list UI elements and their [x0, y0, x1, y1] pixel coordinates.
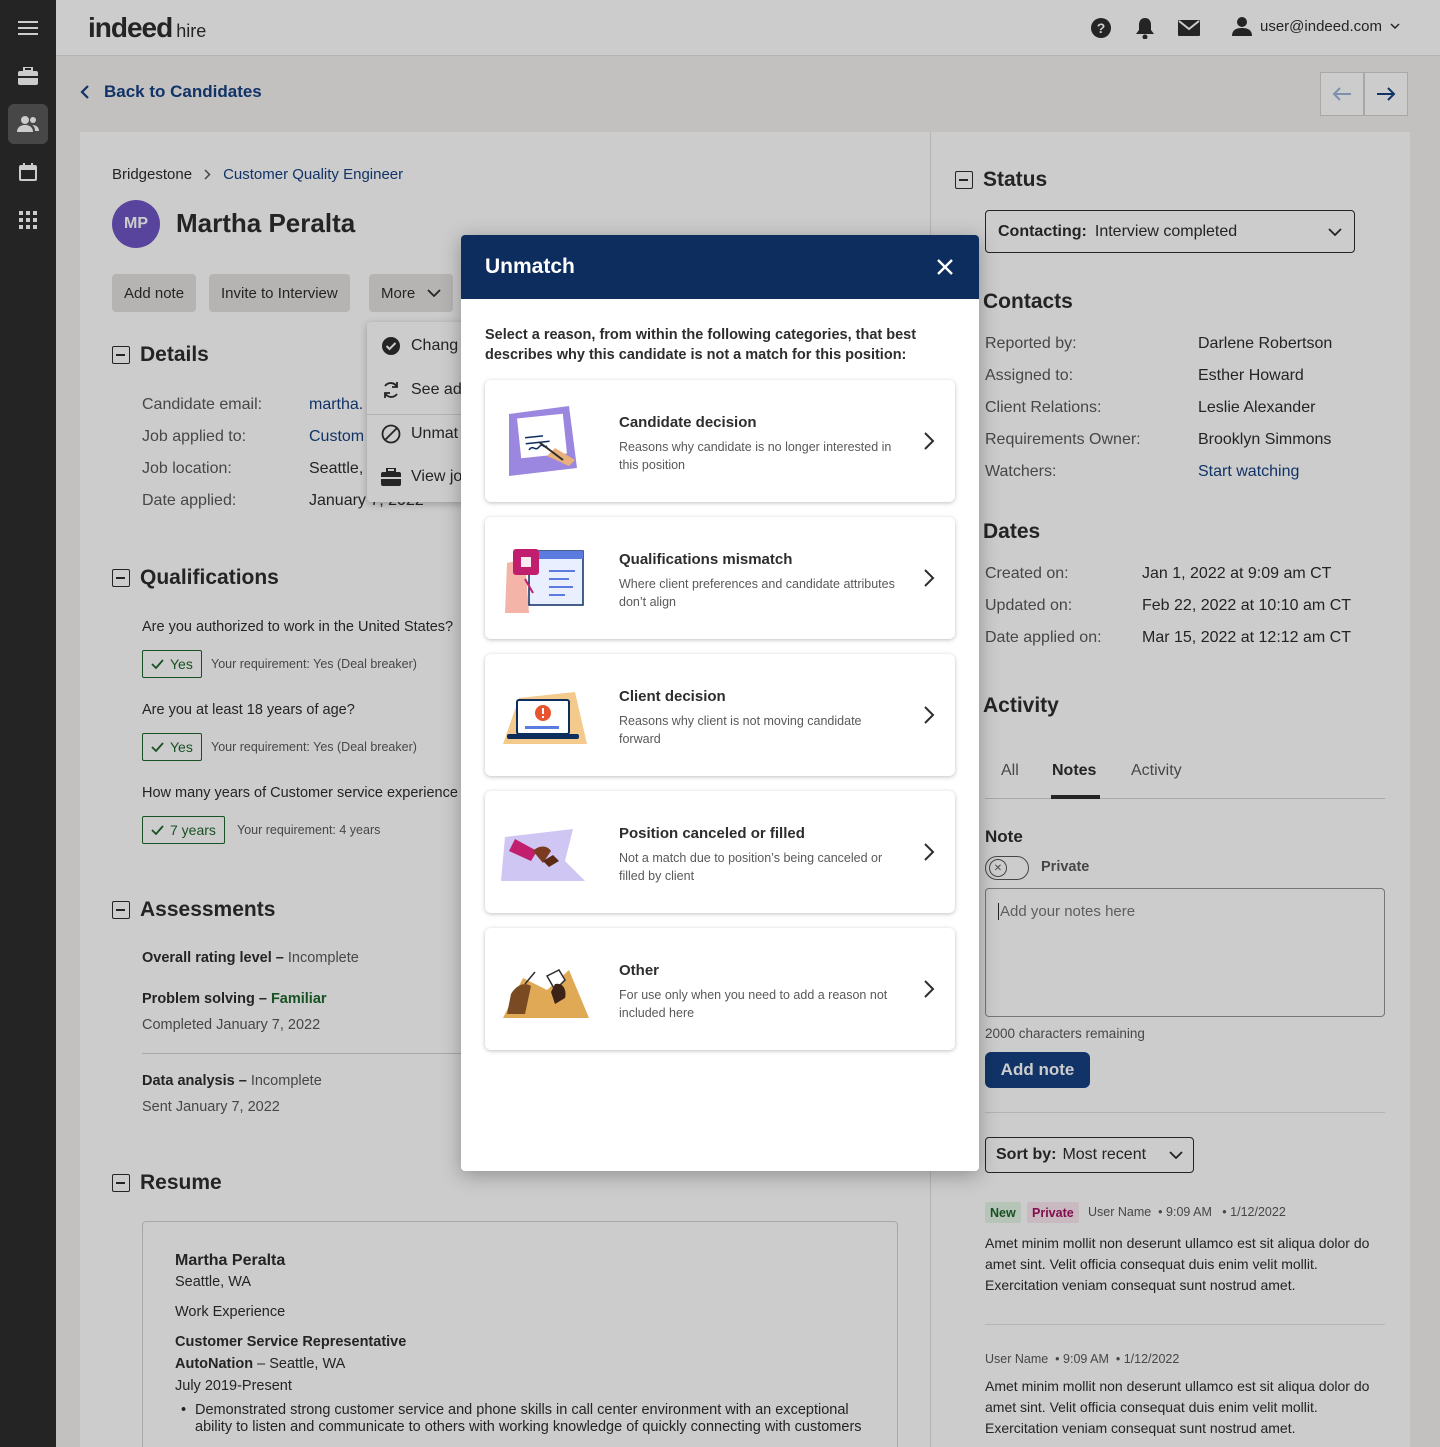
close-icon[interactable]: [933, 255, 957, 279]
chevron-right-icon: [924, 432, 935, 450]
chevron-right-icon: [924, 980, 935, 998]
reason-qualifications-mismatch[interactable]: Qualifications mismatch Where client pre…: [485, 517, 955, 639]
chevron-right-icon: [924, 706, 935, 724]
reason-description: Reasons why candidate is no longer inter…: [619, 440, 892, 472]
laptop-alert-icon: [503, 692, 587, 744]
reason-title: Other: [619, 962, 660, 979]
reason-title: Qualifications mismatch: [619, 551, 793, 568]
modal-title: Unmatch: [485, 255, 575, 278]
chevron-right-icon: [924, 569, 935, 587]
hands-icon: [503, 969, 589, 1018]
reason-candidate-decision[interactable]: Candidate decision Reasons why candidate…: [485, 380, 955, 502]
reason-other[interactable]: Other For use only when you need to add …: [485, 928, 955, 1050]
reason-description: For use only when you need to add a reas…: [619, 988, 888, 1020]
modal-intro: Select a reason, from within the followi…: [485, 327, 917, 363]
reason-description: Reasons why client is not moving candida…: [619, 714, 862, 746]
signing-contract-icon: [509, 406, 577, 476]
reason-description: Where client preferences and candidate a…: [619, 577, 895, 609]
reason-position-canceled[interactable]: Position canceled or filled Not a match …: [485, 791, 955, 913]
modal-header: Unmatch: [461, 235, 979, 299]
handshake-icon: [501, 829, 585, 881]
chevron-right-icon: [924, 843, 935, 861]
reason-title: Position canceled or filled: [619, 825, 805, 842]
reason-description: Not a match due to position’s being canc…: [619, 851, 883, 883]
reason-client-decision[interactable]: Client decision Reasons why client is no…: [485, 654, 955, 776]
unmatch-modal: Unmatch Select a reason, from within the…: [461, 235, 979, 1171]
reason-title: Candidate decision: [619, 414, 757, 431]
reason-title: Client decision: [619, 688, 726, 705]
puzzle-mismatch-icon: [505, 549, 584, 613]
